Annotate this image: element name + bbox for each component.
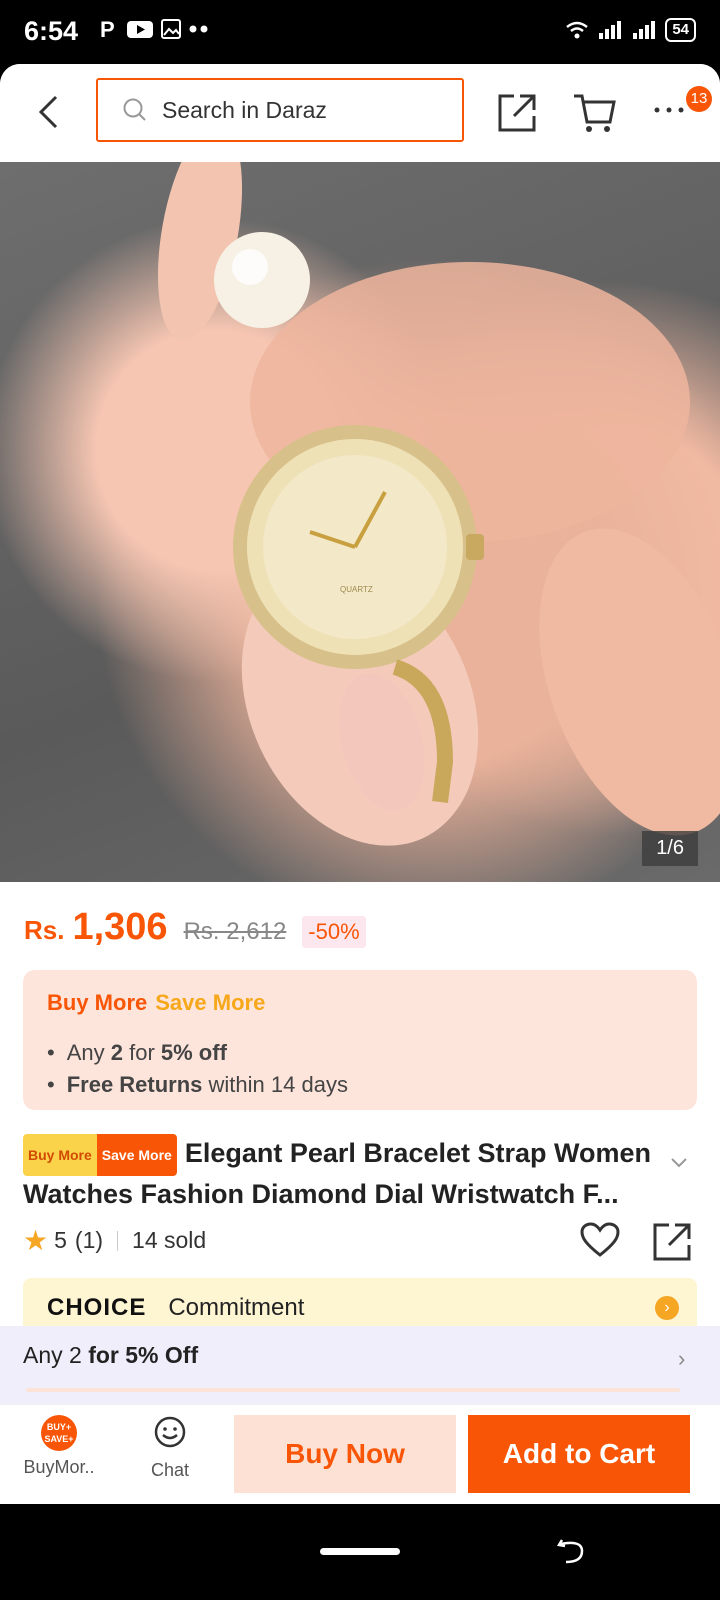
watch-brand-text: QUARTZ [340, 585, 373, 594]
buy-more-button[interactable]: BUY+ SAVE+ BuyMor.. [14, 1415, 104, 1478]
product-title[interactable]: Buy More Save More Elegant Pearl Bracelet … [23, 1134, 663, 1212]
chevron-down-icon [671, 1158, 687, 1168]
choice-logo: CHOICE [47, 1294, 147, 1321]
search-placeholder: Search in Daraz [162, 96, 327, 123]
buy-more-label: BuyMor.. [23, 1457, 95, 1477]
system-navigation-bar [0, 1504, 720, 1600]
promo-text: Any [66, 1040, 111, 1065]
tag-part1: Buy More [23, 1134, 97, 1176]
rating-row[interactable]: ★ 5 (1) 14 sold [23, 1224, 206, 1257]
search-icon [122, 97, 148, 123]
share-icon [653, 1223, 691, 1261]
share-icon [498, 94, 536, 132]
promo-text: for [122, 1040, 161, 1065]
tag-part2: Save More [96, 1134, 177, 1176]
notification-icons: P [98, 18, 210, 40]
expand-title-button[interactable] [670, 1156, 688, 1174]
share-button[interactable] [496, 92, 538, 134]
back-button[interactable] [30, 92, 66, 132]
gallery-icon [161, 19, 181, 39]
back-gesture-button[interactable] [556, 1536, 586, 1571]
original-price: Rs. 2,612 [183, 918, 287, 945]
promo-qty: 2 [110, 1040, 123, 1065]
wifi-icon [566, 21, 589, 39]
rating-count: (1) [74, 1227, 104, 1253]
product-image-gallery[interactable]: QUARTZ 1/6 [0, 162, 720, 882]
offer-divider [26, 1388, 680, 1392]
svg-text:P: P [100, 18, 115, 40]
price-value: 1,306 [72, 906, 168, 948]
battery-indicator: 54 [665, 18, 696, 42]
system-icons: 54 [565, 18, 696, 42]
cart-count-badge: 13 [686, 86, 712, 112]
promo-title: Buy More Save More [47, 990, 265, 1016]
status-bar: 6:54 P 54 [0, 0, 720, 64]
search-input[interactable]: Search in Daraz [96, 78, 464, 142]
promo-title-part2: Save More [155, 990, 266, 1015]
current-price: Rs. 1,306 [24, 906, 168, 949]
promo-off: 5% off [160, 1040, 227, 1065]
cart-button[interactable] [572, 92, 618, 134]
buy-more-save-more-tag: Buy More Save More [23, 1134, 177, 1176]
returns-period-text: within 14 days [202, 1072, 348, 1097]
back-gesture-icon [556, 1539, 584, 1564]
home-gesture-bar[interactable] [320, 1548, 400, 1555]
bottom-action-bar: BUY+ SAVE+ BuyMor.. Chat Buy Now Add to … [0, 1404, 720, 1504]
free-returns-text: Free Returns [66, 1072, 203, 1097]
buy-more-save-more-box[interactable]: Buy More Save More • Any 2 for 5% off • Fre… [23, 970, 697, 1110]
chevron-left-icon [38, 95, 58, 129]
signal-icon [599, 21, 622, 39]
choice-commitment-text: Commitment [168, 1294, 305, 1321]
chat-button[interactable]: Chat [130, 1415, 210, 1481]
discount-badge: -50% [302, 916, 366, 948]
buy-now-button[interactable]: Buy Now [234, 1415, 456, 1493]
offer-text-pre: Any 2 [23, 1342, 89, 1368]
offer-text-bold: for 5% Off [88, 1342, 199, 1368]
chat-icon [154, 1416, 186, 1448]
add-to-cart-button[interactable]: Add to Cart [468, 1415, 690, 1493]
chevron-right-icon: › [678, 1346, 686, 1371]
wishlist-button[interactable] [580, 1222, 620, 1263]
youtube-icon [127, 21, 153, 38]
buy-more-icon: BUY+ SAVE+ [41, 1415, 77, 1451]
star-icon: ★ [23, 1225, 49, 1256]
price-row: Rs. 1,306 Rs. 2,612 -50% [24, 906, 366, 949]
chevron-right-icon: › [655, 1296, 679, 1320]
heart-icon [580, 1222, 620, 1257]
promo-line-returns: • Free Returns within 14 days [47, 1072, 348, 1097]
signal-icon-2 [633, 21, 656, 39]
cart-icon [574, 94, 616, 132]
product-page: Search in Daraz 13 QUARTZ 1/6 Rs. 1,306 … [0, 64, 720, 1504]
status-time: 6:54 [24, 16, 79, 46]
share-product-button[interactable] [652, 1222, 692, 1267]
chat-label: Chat [150, 1460, 190, 1480]
promo-title-part1: Buy More [47, 990, 148, 1015]
price-currency: Rs. [24, 915, 65, 945]
image-counter: 1/6 [642, 831, 698, 866]
product-image: QUARTZ [157, 162, 720, 846]
sold-count: 14 sold [132, 1227, 207, 1253]
rating-score: 5 [54, 1227, 67, 1253]
offer-strip[interactable]: Any 2 for 5% Off › [0, 1326, 720, 1404]
p-app-icon: P [100, 18, 115, 40]
divider [117, 1230, 119, 1251]
promo-line-discount: • Any 2 for 5% off [47, 1040, 227, 1065]
offer-text: Any 2 for 5% Off [23, 1342, 198, 1369]
more-notifications-icon [189, 25, 208, 33]
more-dots-icon [654, 107, 684, 113]
top-header: Search in Daraz 13 [0, 64, 720, 162]
